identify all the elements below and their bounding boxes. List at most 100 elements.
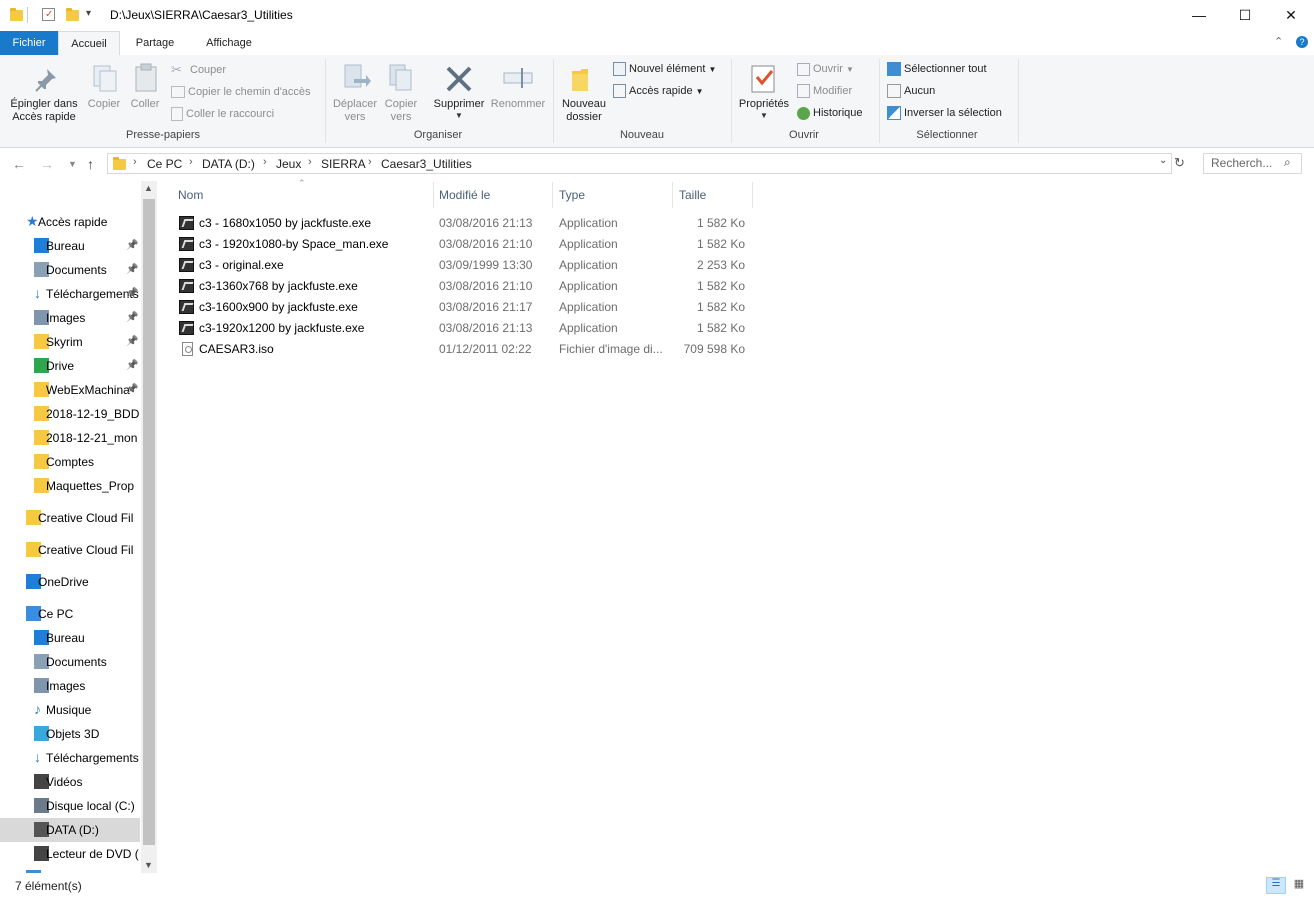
nav-item[interactable]: Creative Cloud Fil	[0, 538, 140, 562]
chevron-right-icon[interactable]: ›	[133, 156, 137, 168]
column-header-type[interactable]: Type	[553, 182, 673, 208]
edit-button[interactable]: Modifier	[797, 81, 852, 101]
nav-item[interactable]: Images 📌	[0, 306, 140, 330]
tab-affichage[interactable]: Affichage	[192, 31, 266, 55]
properties-dropdown-icon[interactable]: ▼	[760, 111, 768, 120]
open-button[interactable]: Ouvrir ▼	[797, 59, 854, 79]
scroll-up-icon[interactable]: ▲	[144, 183, 153, 193]
nav-item[interactable]: 2018-12-19_BDD	[0, 402, 140, 426]
new-folder-quick-icon[interactable]	[66, 8, 79, 21]
nav-item-label: Téléchargements	[46, 287, 139, 301]
pin-icon: 📌	[126, 360, 139, 371]
new-item-button[interactable]: Nouvel élément ▼	[613, 59, 716, 79]
nav-item[interactable]: Vidéos	[0, 770, 140, 794]
nav-item[interactable]: WebExMachina 📌	[0, 378, 140, 402]
nav-item[interactable]: Creative Cloud Fil	[0, 506, 140, 530]
refresh-icon[interactable]: ↻	[1174, 155, 1185, 171]
up-icon[interactable]: ↑	[87, 156, 94, 172]
help-icon[interactable]: ?	[1296, 36, 1308, 48]
customize-quick-access-icon[interactable]: ▾	[86, 8, 91, 19]
nav-item[interactable]: Comptes	[0, 450, 140, 474]
nav-item[interactable]: ↓ Téléchargements	[0, 746, 140, 770]
rename-button[interactable]: Renommer	[488, 98, 548, 111]
cut-button[interactable]: ✂ Couper	[171, 60, 226, 80]
tab-accueil[interactable]: Accueil	[58, 31, 120, 56]
delete-button[interactable]: Supprimer	[430, 98, 488, 111]
properties-button[interactable]: Propriétés	[736, 98, 792, 111]
nav-item[interactable]: Documents 📌	[0, 258, 140, 282]
file-row[interactable]: c3-1920x1200 by jackfuste.exe 03/08/2016 …	[172, 318, 752, 339]
nav-item[interactable]: 2018-12-21_mon	[0, 426, 140, 450]
recent-locations-icon[interactable]: ▼	[68, 159, 77, 169]
file-row[interactable]: c3 - 1680x1050 by jackfuste.exe 03/08/201…	[172, 213, 752, 234]
minimize-button[interactable]: —	[1176, 0, 1222, 31]
file-size: 1 582 Ko	[696, 321, 745, 335]
crumb-caesar3-utilities[interactable]: Caesar3_Utilities	[381, 157, 472, 171]
nav-item[interactable]: ↓ Téléchargements 📌	[0, 282, 140, 306]
file-row[interactable]: c3-1360x768 by jackfuste.exe 03/08/2016 2…	[172, 276, 752, 297]
invert-selection-button[interactable]: Inverser la sélection	[887, 103, 1002, 123]
new-folder-button[interactable]: Nouveau dossier	[558, 98, 610, 124]
select-none-button[interactable]: Aucun	[887, 81, 935, 101]
nav-item[interactable]: Drive 📌	[0, 354, 140, 378]
file-row[interactable]: c3-1600x900 by jackfuste.exe 03/08/2016 2…	[172, 297, 752, 318]
nav-item[interactable]: Images	[0, 674, 140, 698]
nav-item[interactable]: Bureau 📌	[0, 234, 140, 258]
search-input[interactable]: Recherch... ⌕	[1203, 153, 1302, 174]
collapse-ribbon-icon[interactable]: ⌃	[1274, 35, 1283, 48]
nav-item[interactable]: OneDrive	[0, 570, 140, 594]
nav-item[interactable]: ♪ Musique	[0, 698, 140, 722]
nav-item[interactable]: Maquettes_Prop	[0, 474, 140, 498]
copy-to-button[interactable]: Copier vers	[378, 98, 424, 124]
back-icon[interactable]: ←	[12, 156, 26, 172]
nav-item[interactable]: Documents	[0, 650, 140, 674]
nav-item[interactable]: Ce PC	[0, 602, 140, 626]
copy-path-button[interactable]: Copier le chemin d'accès	[171, 82, 311, 102]
file-row[interactable]: c3 - original.exe 03/09/1999 13:30 Applica…	[172, 255, 752, 276]
move-to-button[interactable]: Déplacer vers	[330, 98, 380, 124]
column-header-modified[interactable]: Modifié le	[433, 182, 553, 208]
copy-button[interactable]: Copier	[84, 98, 124, 111]
nav-item[interactable]: Objets 3D	[0, 722, 140, 746]
paste-button[interactable]: Coller	[126, 98, 164, 111]
large-icons-view-icon[interactable]: ▦	[1290, 877, 1308, 894]
select-all-button[interactable]: Sélectionner tout	[887, 59, 987, 79]
maximize-button[interactable]: ☐	[1222, 0, 1268, 31]
forward-icon[interactable]: →	[40, 156, 54, 172]
delete-dropdown-icon[interactable]: ▼	[455, 111, 463, 120]
properties-quick-icon[interactable]: ✓	[42, 8, 55, 21]
nav-item[interactable]: DATA (D:)	[0, 818, 140, 842]
close-button[interactable]: ✕	[1268, 0, 1314, 31]
nav-scrollbar-thumb[interactable]	[143, 199, 155, 845]
history-button[interactable]: Historique	[797, 103, 863, 123]
chevron-right-icon[interactable]: ›	[308, 156, 312, 168]
nav-item[interactable]: ★ Accès rapide	[0, 210, 140, 234]
crumb-ce-pc[interactable]: Ce PC	[147, 157, 182, 171]
address-bar[interactable]: › Ce PC › DATA (D:) › Jeux › SIERRA › Ca…	[107, 153, 1172, 174]
chevron-right-icon[interactable]: ›	[368, 156, 372, 168]
file-row[interactable]: CAESAR3.iso 01/12/2011 02:22 Fichier d'ima…	[172, 339, 752, 360]
nav-item[interactable]: Skyrim 📌	[0, 330, 140, 354]
crumb-jeux[interactable]: Jeux	[276, 157, 301, 171]
nav-item[interactable]: Bureau	[0, 626, 140, 650]
scroll-down-icon[interactable]: ▼	[144, 860, 153, 870]
details-view-icon[interactable]: ☰	[1266, 877, 1286, 894]
file-row[interactable]: c3 - 1920x1080-by Space_man.exe 03/08/201…	[172, 234, 752, 255]
pin-quick-access-button[interactable]: Épingler dans Accès rapide	[4, 98, 84, 124]
iso-icon	[182, 342, 193, 356]
crumb-sierra[interactable]: SIERRA	[321, 157, 366, 171]
tab-partage[interactable]: Partage	[126, 31, 184, 55]
nav-item[interactable]: Réseau	[0, 866, 140, 873]
tab-fichier[interactable]: Fichier	[0, 31, 58, 55]
crumb-data-d[interactable]: DATA (D:)	[202, 157, 255, 171]
pin-icon: 📌	[126, 384, 139, 395]
address-dropdown-icon[interactable]: ⌄	[1159, 155, 1167, 166]
column-header-size[interactable]: Taille	[673, 182, 753, 208]
nav-item[interactable]: Disque local (C:)	[0, 794, 140, 818]
chevron-right-icon[interactable]: ›	[189, 156, 193, 168]
paste-shortcut-button[interactable]: Coller le raccourci	[171, 104, 274, 124]
chevron-right-icon[interactable]: ›	[263, 156, 267, 168]
nav-item[interactable]: Lecteur de DVD (	[0, 842, 140, 866]
quick-access-button[interactable]: Accès rapide ▼	[613, 81, 704, 101]
folder-icon	[113, 157, 126, 170]
